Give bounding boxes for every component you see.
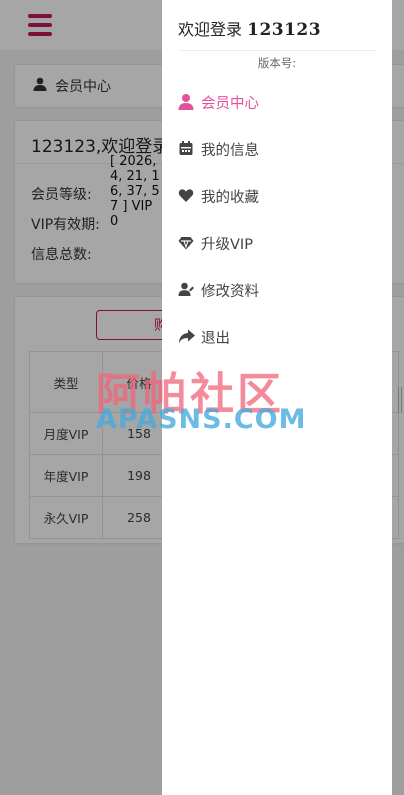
user-icon	[178, 94, 194, 110]
share-arrow-icon	[179, 329, 195, 344]
calendar-icon	[179, 141, 193, 155]
heart-icon	[178, 189, 194, 202]
drag-handle[interactable]	[398, 387, 402, 413]
watermark-url: APASNS.COM	[96, 404, 307, 435]
menu-item-label: 升级VIP	[201, 237, 253, 253]
divider	[178, 50, 376, 51]
drawer-username: 123123	[247, 20, 322, 40]
menu-item-label: 退出	[201, 331, 230, 347]
menu-item-edit-profile[interactable]: 修改资料	[162, 266, 392, 313]
version-label: 版本号:	[257, 56, 297, 70]
menu-item-label: 会员中心	[201, 96, 259, 112]
user-edit-icon	[178, 282, 194, 296]
menu-item-my-info[interactable]: 我的信息	[162, 125, 392, 172]
drawer-title: 欢迎登录 123123	[178, 16, 321, 40]
menu-item-label: 我的信息	[201, 143, 259, 159]
menu-item-upgrade-vip[interactable]: 升级VIP	[162, 219, 392, 266]
diamond-icon	[178, 237, 194, 250]
menu-item-member-center[interactable]: 会员中心	[162, 78, 392, 125]
menu-item-label: 修改资料	[201, 284, 259, 300]
menu-item-logout[interactable]: 退出	[162, 313, 392, 360]
drawer-title-prefix: 欢迎登录	[178, 20, 243, 39]
menu-item-my-favorites[interactable]: 我的收藏	[162, 172, 392, 219]
menu-item-label: 我的收藏	[201, 190, 259, 206]
drawer-menu: 会员中心 我的信息 我的收藏 升级VIP 修改资料 退出	[162, 78, 392, 360]
